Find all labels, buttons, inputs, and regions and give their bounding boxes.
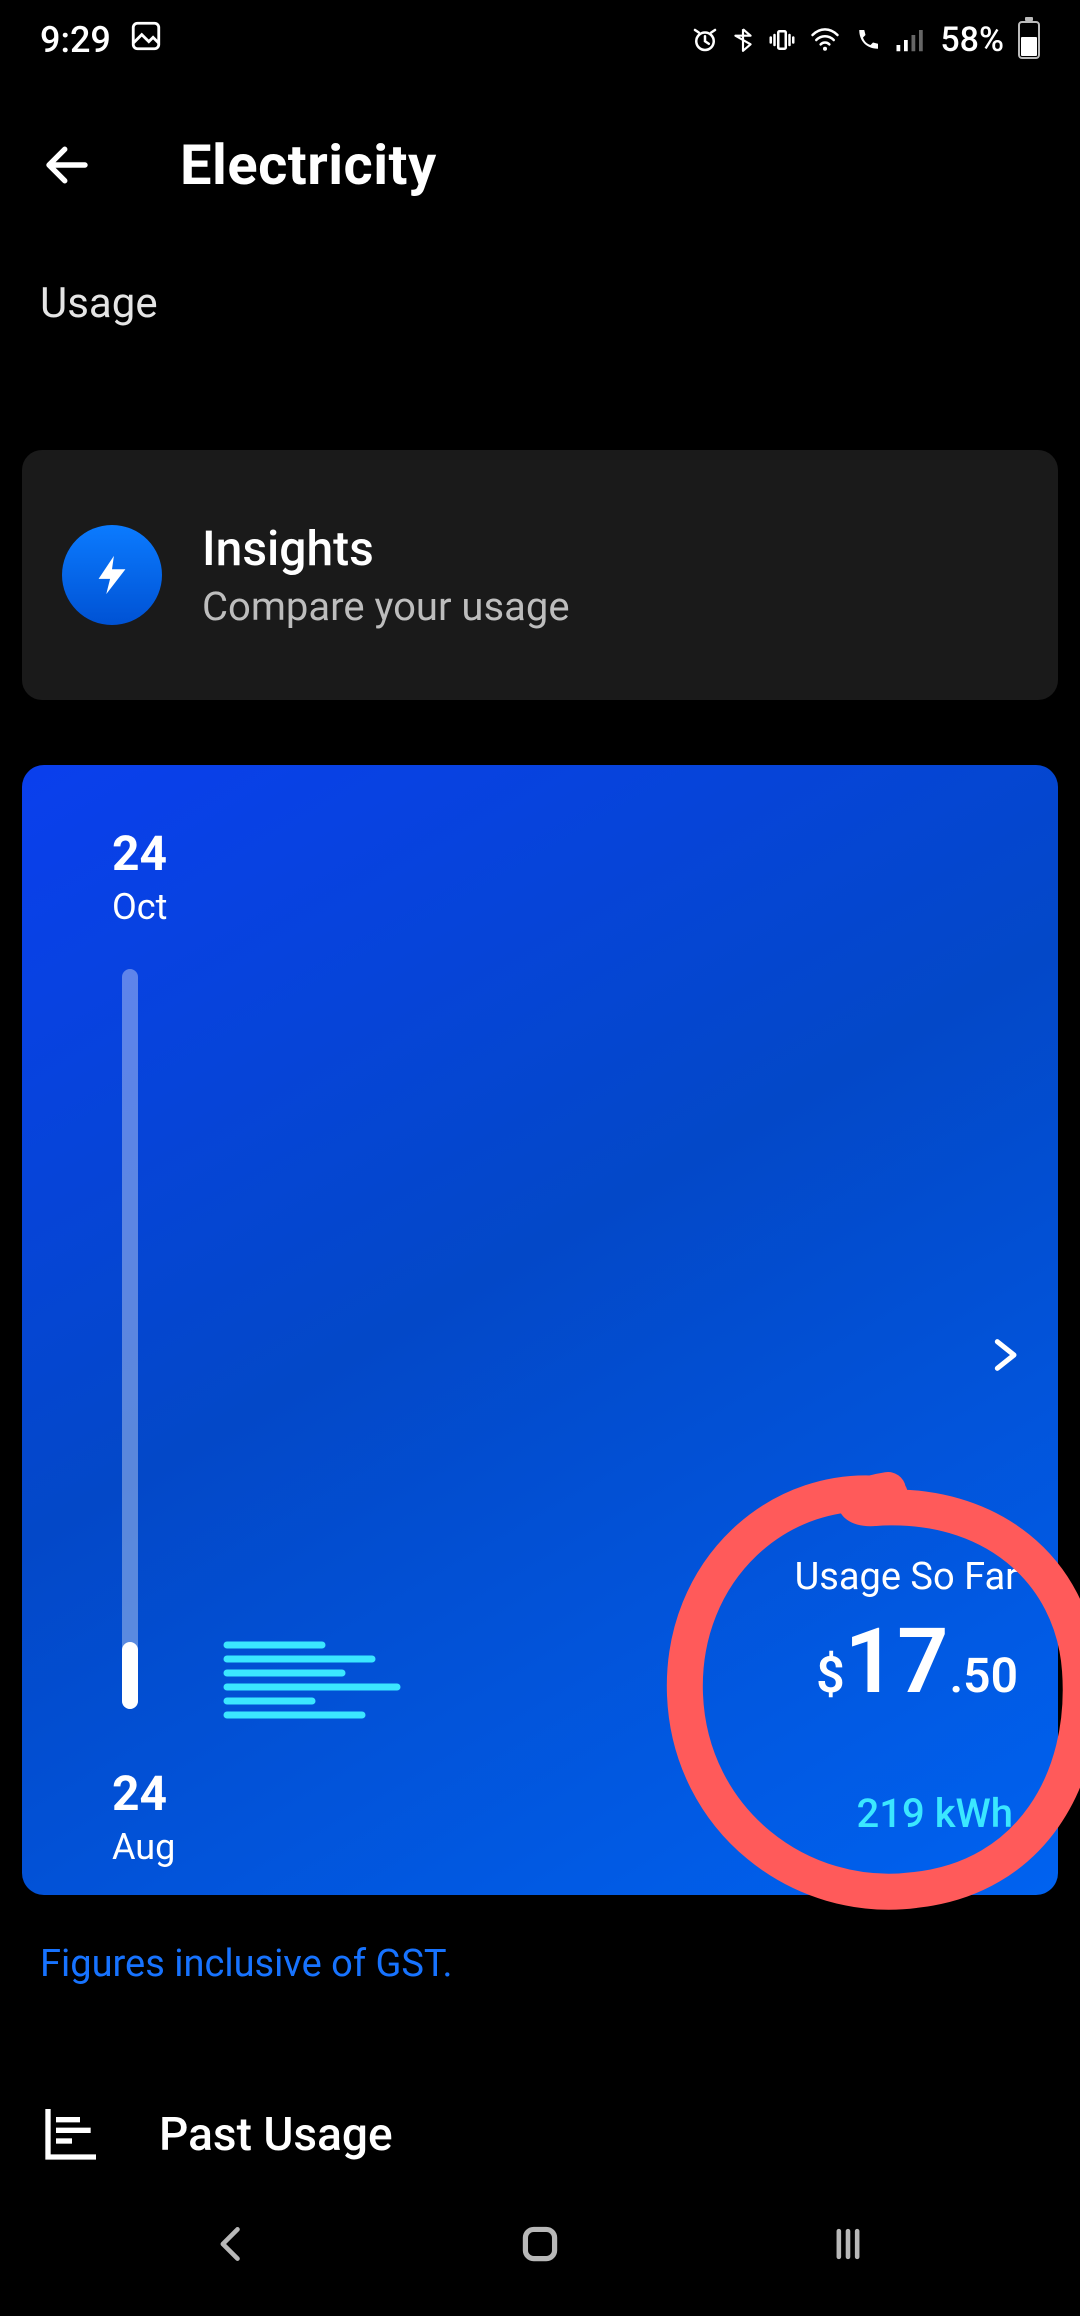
gst-note: Figures inclusive of GST. <box>40 1942 453 1986</box>
status-clock: 9:29 <box>40 19 111 61</box>
past-usage-row[interactable]: Past Usage <box>40 2075 1040 2195</box>
period-progress-fill <box>122 1642 138 1709</box>
battery-icon <box>1018 21 1040 59</box>
signal-icon <box>894 25 924 55</box>
next-period-button[interactable] <box>984 1325 1024 1389</box>
back-button[interactable] <box>40 138 120 192</box>
usage-so-far-amount: $17.50 <box>795 1609 1018 1714</box>
daily-usage-sparkline <box>222 1635 412 1725</box>
nav-home-button[interactable] <box>515 2219 565 2273</box>
vibrate-icon <box>766 25 798 55</box>
bar-chart-icon <box>40 2101 104 2169</box>
bolt-icon <box>62 525 162 625</box>
page-title: Electricity <box>180 132 437 198</box>
wifi-icon <box>808 25 842 55</box>
usage-so-far: Usage So Far $17.50 <box>795 1555 1018 1714</box>
period-progress-track <box>122 969 138 1709</box>
app-header: Electricity <box>0 110 1080 220</box>
battery-percent: 58% <box>940 20 1004 60</box>
insights-title: Insights <box>202 520 570 577</box>
bluetooth-icon <box>730 25 756 55</box>
system-nav-bar <box>0 2196 1080 2316</box>
wifi-calling-icon <box>852 25 884 55</box>
period-end-date: 24 Oct <box>112 825 167 928</box>
usage-card[interactable]: 24 Oct Usage So Far $17.50 219 kWh 24 Au… <box>22 765 1058 1895</box>
nav-recents-button[interactable] <box>826 2222 870 2270</box>
past-usage-label: Past Usage <box>159 2108 393 2162</box>
status-bar: 9:29 58% <box>0 0 1080 80</box>
insights-card[interactable]: Insights Compare your usage <box>22 450 1058 700</box>
picture-icon <box>129 19 163 62</box>
usage-so-far-label: Usage So Far <box>795 1555 1018 1599</box>
alarm-icon <box>690 25 720 55</box>
insights-subtitle: Compare your usage <box>202 583 570 630</box>
period-start-date: 24 Aug <box>112 1765 175 1868</box>
usage-kwh: 219 kWh <box>857 1790 1013 1837</box>
nav-back-button[interactable] <box>210 2222 254 2270</box>
tab-usage[interactable]: Usage <box>40 278 158 328</box>
